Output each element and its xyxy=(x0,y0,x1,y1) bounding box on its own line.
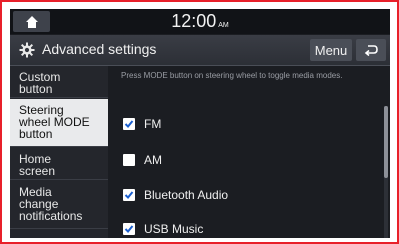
clock-ampm: AM xyxy=(218,22,229,29)
option-label: AM xyxy=(144,153,162,167)
title-bar: Advanced settings Menu xyxy=(10,35,390,66)
status-bar: 12:00 AM xyxy=(10,9,390,34)
sidebar-item-label-line: notifications xyxy=(19,209,83,223)
clock-time: 12:00 xyxy=(171,11,217,31)
checkbox[interactable] xyxy=(123,154,135,166)
back-arrow-icon xyxy=(364,45,378,56)
option-label: FM xyxy=(144,117,162,131)
option-bluetooth-audio[interactable]: Bluetooth Audio xyxy=(123,184,373,206)
settings-sidebar: Custom button Steering wheel MODE button… xyxy=(10,66,108,238)
sidebar-item-steering-wheel-mode-button[interactable]: Steering wheel MODE button xyxy=(10,99,108,147)
sidebar-item-label: Custom button xyxy=(19,66,108,95)
sidebar-item-label: Home screen xyxy=(19,148,108,177)
gear-icon xyxy=(19,42,35,58)
back-button[interactable] xyxy=(356,39,386,61)
screenshot-frame: 12:00 AM Advanced settings Menu Custom b… xyxy=(0,0,399,244)
menu-button[interactable]: Menu xyxy=(310,39,352,61)
sidebar-item-custom-button[interactable]: Custom button xyxy=(10,66,108,98)
checkbox[interactable] xyxy=(123,118,135,130)
head-unit-screen: 12:00 AM Advanced settings Menu Custom b… xyxy=(10,9,390,238)
page-title: Advanced settings xyxy=(42,41,157,57)
sidebar-item-label-line: screen xyxy=(19,164,56,178)
option-am[interactable]: AM xyxy=(123,149,373,171)
checkbox[interactable] xyxy=(123,189,135,201)
checkmark-icon xyxy=(124,225,134,233)
checkmark-icon xyxy=(124,191,134,199)
sidebar-item-media-change-notifications[interactable]: Media change notifications xyxy=(10,181,108,229)
hint-text: Press MODE button on steering wheel to t… xyxy=(121,71,343,80)
option-label: Bluetooth Audio xyxy=(144,188,229,202)
option-usb-music[interactable]: USB Music xyxy=(123,218,373,238)
option-label: USB Music xyxy=(144,222,204,236)
sidebar-item-home-screen[interactable]: Home screen xyxy=(10,148,108,180)
scrollbar-thumb[interactable] xyxy=(384,106,388,178)
clock: 12:00 AM xyxy=(10,11,390,32)
sidebar-item-label-line: button xyxy=(19,82,53,96)
option-fm[interactable]: FM xyxy=(123,113,373,135)
sidebar-item-label-line: button xyxy=(19,127,53,141)
sidebar-item-label: Media change notifications xyxy=(19,181,108,222)
settings-content: Press MODE button on steering wheel to t… xyxy=(110,66,390,238)
checkmark-icon xyxy=(124,120,134,128)
sidebar-item-label: Steering wheel MODE button xyxy=(19,99,108,140)
checkbox[interactable] xyxy=(123,223,135,235)
